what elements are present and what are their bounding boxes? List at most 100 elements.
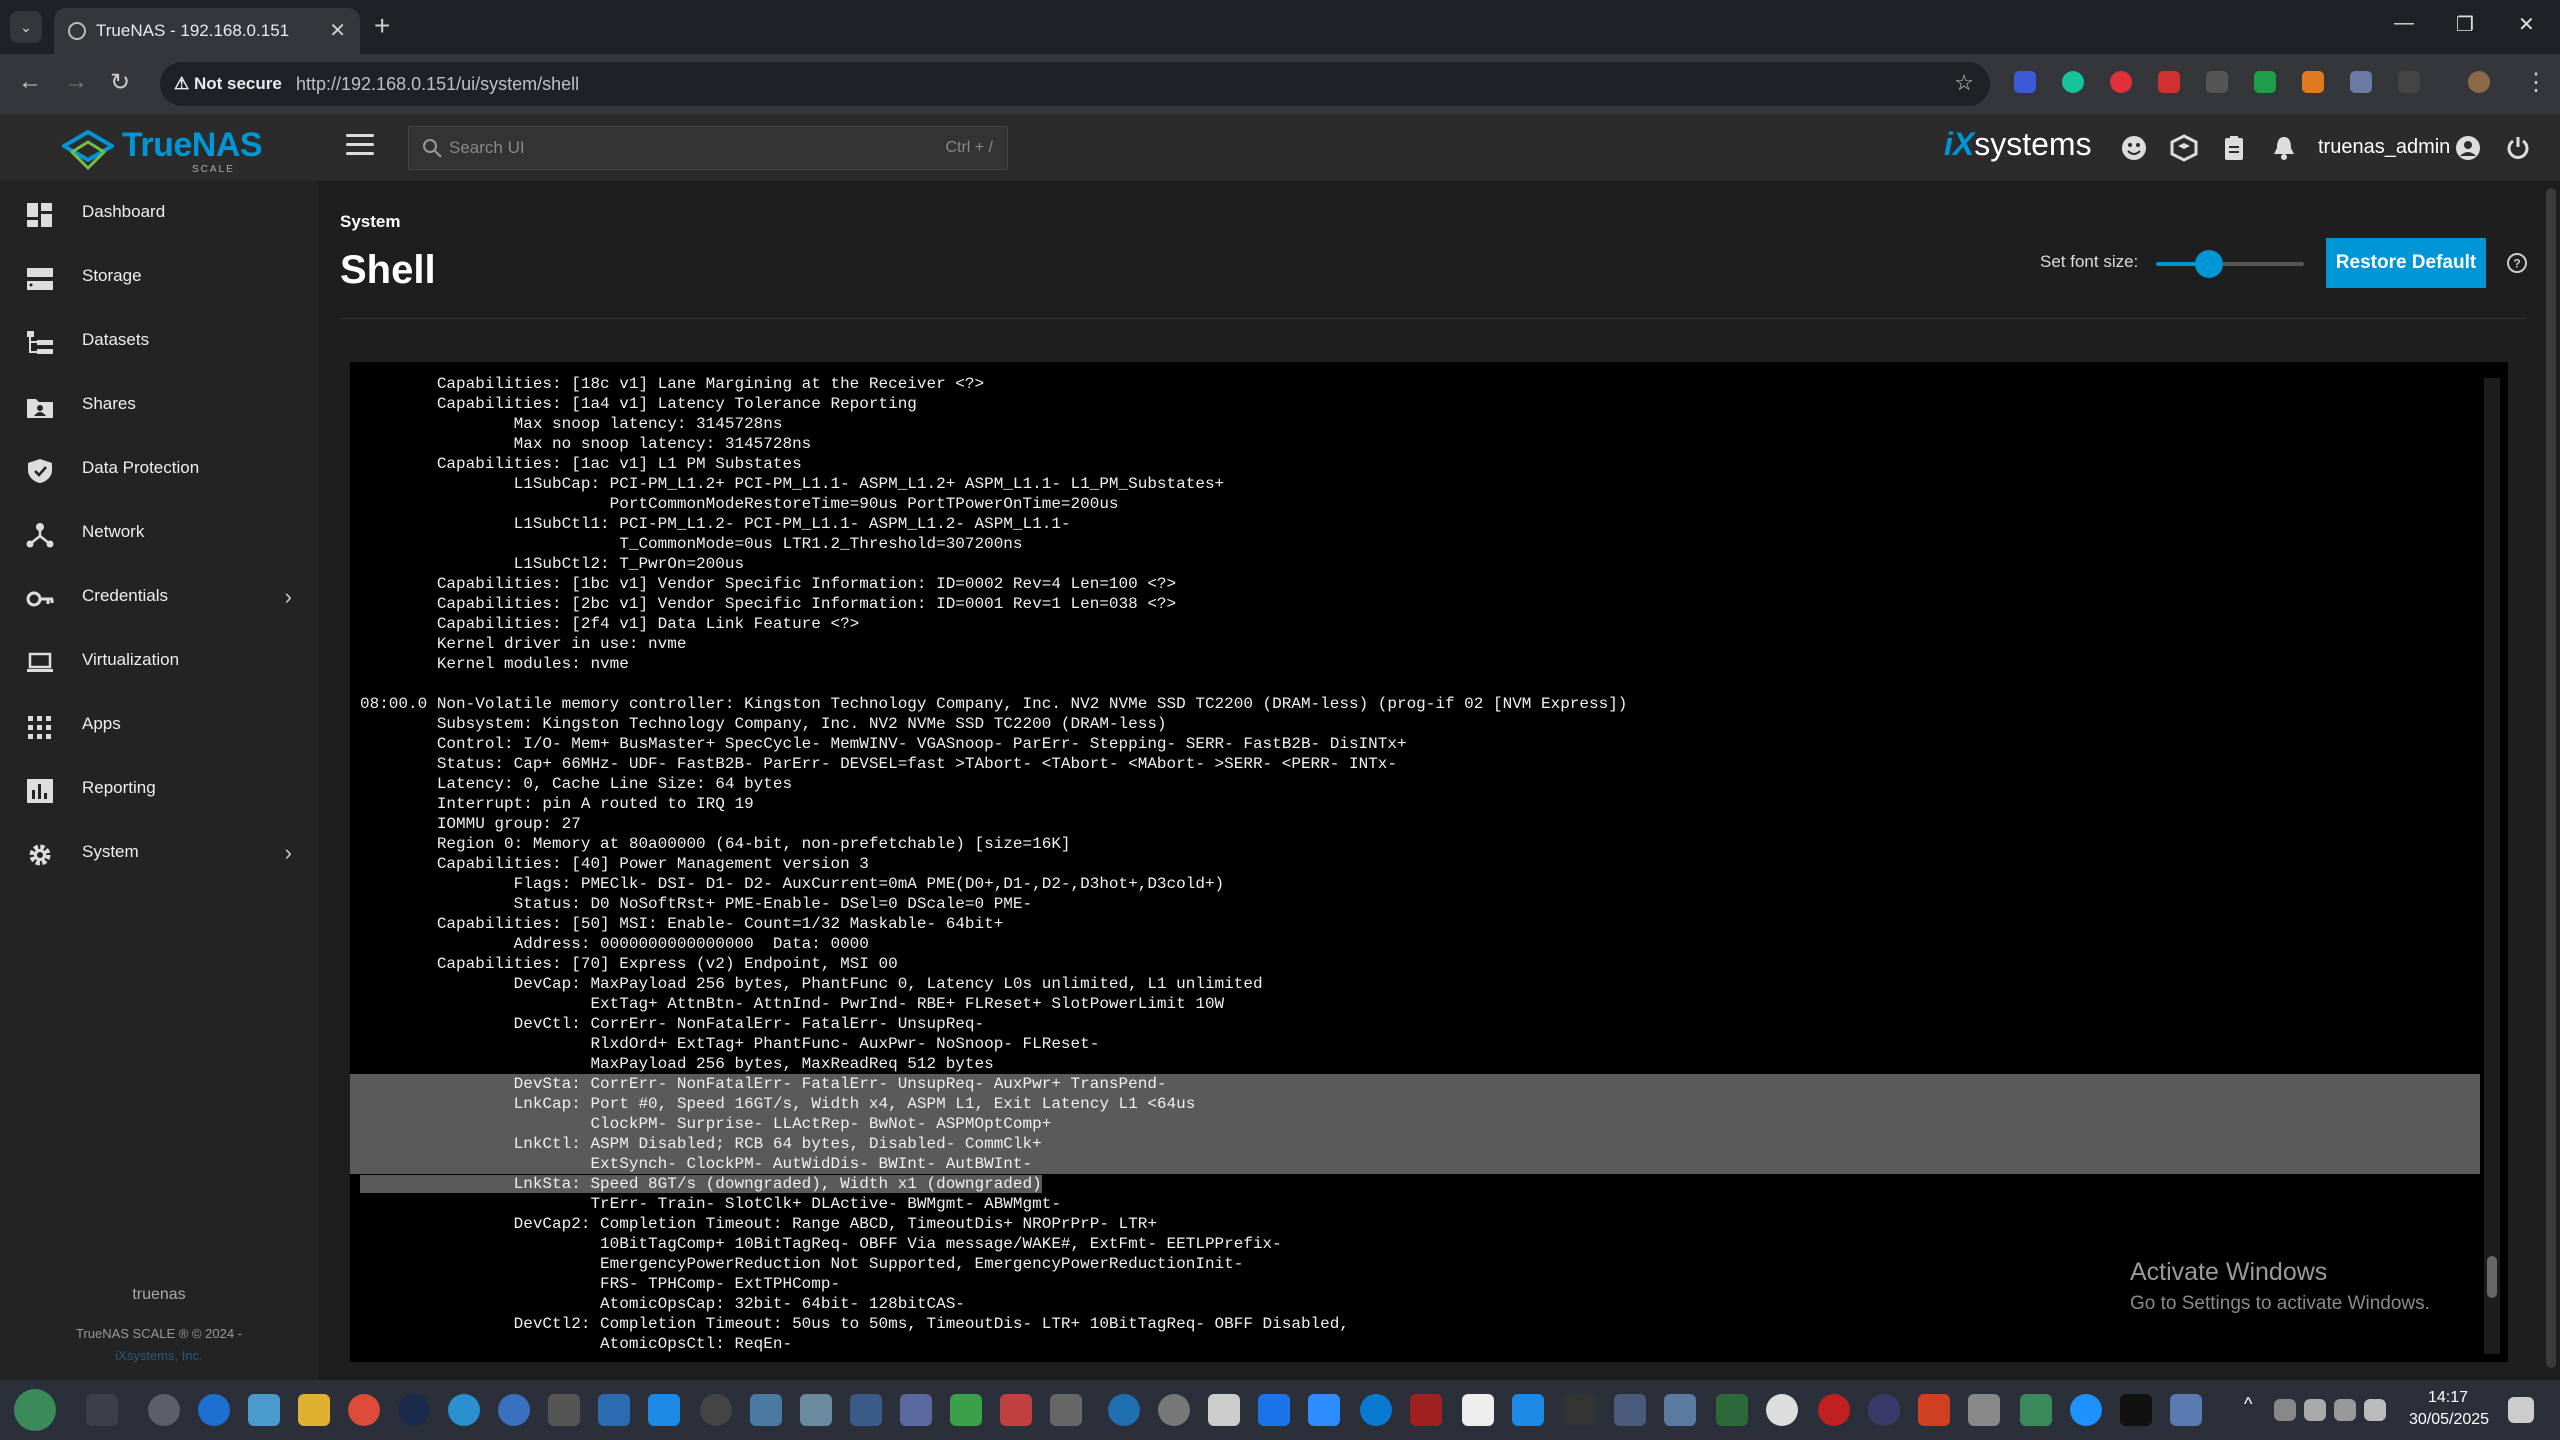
taskbar-app-icon[interactable]	[800, 1394, 832, 1426]
menu-toggle-icon[interactable]	[346, 134, 374, 158]
extension-red-icon[interactable]	[2110, 71, 2132, 93]
extensions-puzzle-icon[interactable]	[2398, 71, 2420, 93]
taskbar-app-icon[interactable]	[1258, 1394, 1290, 1426]
clock-time[interactable]: 14:17	[2408, 1389, 2488, 1407]
zoom-icon[interactable]	[1308, 1394, 1340, 1426]
settings-gear-icon[interactable]	[148, 1394, 180, 1426]
sidebar-item-storage[interactable]: Storage	[0, 246, 318, 310]
extension-download-icon[interactable]	[2206, 71, 2228, 93]
taskbar-app-icon[interactable]	[1564, 1394, 1596, 1426]
extension-orange-icon[interactable]	[2302, 71, 2324, 93]
reload-icon[interactable]: ↻	[110, 68, 130, 97]
taskbar-app-icon[interactable]	[900, 1394, 932, 1426]
feedback-smiley-icon[interactable]	[2120, 134, 2148, 162]
url-text[interactable]: http://192.168.0.151/ui/system/shell	[296, 74, 579, 95]
sidebar-item-shares[interactable]: Shares	[0, 374, 318, 438]
search-box[interactable]: Ctrl + /	[408, 126, 1008, 170]
taskbar-app-icon[interactable]	[1462, 1394, 1494, 1426]
truenas-logo[interactable]: TrueNAS SCALE	[62, 124, 282, 175]
notifications-bell-icon[interactable]	[2270, 134, 2298, 162]
ixsystems-logo[interactable]: iXsystems	[1944, 126, 2092, 163]
network-tray-icon[interactable]	[2334, 1399, 2356, 1421]
taskbar-app-icon[interactable]	[1716, 1394, 1748, 1426]
start-button-icon[interactable]	[14, 1389, 56, 1431]
taskbar-app-icon[interactable]	[198, 1394, 230, 1426]
sidebar-item-datasets[interactable]: Datasets	[0, 310, 318, 374]
task-view-icon[interactable]	[86, 1394, 118, 1426]
file-explorer-icon[interactable]	[298, 1394, 330, 1426]
company-link[interactable]: iXsystems, Inc.	[0, 1348, 318, 1363]
extension-grammarly-icon[interactable]	[2062, 71, 2084, 93]
profile-avatar[interactable]	[2468, 71, 2490, 93]
edge-icon[interactable]	[1360, 1394, 1392, 1426]
taskbar-app-icon[interactable]	[850, 1394, 882, 1426]
slider-thumb[interactable]	[2195, 250, 2224, 278]
taskbar-app-icon[interactable]	[2070, 1394, 2102, 1426]
sidebar-item-network[interactable]: Network	[0, 502, 318, 566]
microphone-icon[interactable]	[2304, 1399, 2326, 1421]
page-scroll-thumb[interactable]	[2546, 188, 2556, 1368]
search-input[interactable]	[449, 127, 929, 169]
taskbar-app-icon[interactable]	[1968, 1394, 2000, 1426]
opera-icon[interactable]	[1818, 1394, 1850, 1426]
extension-green-icon[interactable]	[2254, 71, 2276, 93]
bookmark-star-icon[interactable]: ☆	[1954, 70, 1974, 96]
shell-terminal[interactable]: Capabilities: [18c v1] Lane Margining at…	[350, 362, 2508, 1362]
sidebar-item-virtualization[interactable]: Virtualization	[0, 630, 318, 694]
taskbar-app-icon[interactable]	[398, 1394, 430, 1426]
taskbar-app-icon[interactable]	[1108, 1394, 1140, 1426]
tab-search-button[interactable]: ⌄	[10, 11, 42, 43]
username-label[interactable]: truenas_admin	[2318, 136, 2450, 159]
taskbar-app-icon[interactable]	[448, 1394, 480, 1426]
chrome-icon[interactable]	[348, 1394, 380, 1426]
terminal-app-icon[interactable]	[2120, 1394, 2152, 1426]
taskbar-app-icon[interactable]	[498, 1394, 530, 1426]
sidebar-item-reporting[interactable]: Reporting	[0, 758, 318, 822]
restore-window-icon[interactable]: ❐	[2456, 12, 2474, 37]
sidebar-item-apps[interactable]: Apps	[0, 694, 318, 758]
taskbar-app-icon[interactable]	[1918, 1394, 1950, 1426]
taskbar-app-icon[interactable]	[1868, 1394, 1900, 1426]
forward-icon[interactable]: →	[64, 68, 88, 96]
taskbar-app-icon[interactable]	[1208, 1394, 1240, 1426]
power-icon[interactable]	[2504, 134, 2532, 162]
taskbar-app-icon[interactable]	[1000, 1394, 1032, 1426]
terminal-scroll-thumb[interactable]	[2487, 1256, 2497, 1298]
font-size-slider[interactable]	[2156, 250, 2304, 278]
tray-app-icon[interactable]	[2274, 1399, 2296, 1421]
account-circle-icon[interactable]	[2454, 134, 2482, 162]
address-bar[interactable]: ⚠ Not secure http://192.168.0.151/ui/sys…	[160, 62, 1990, 106]
clock-date[interactable]: 30/05/2025	[2394, 1411, 2504, 1429]
extension-screen-icon[interactable]	[2350, 71, 2372, 93]
new-tab-button[interactable]: +	[374, 10, 390, 42]
extension-adblock-icon[interactable]	[2158, 71, 2180, 93]
breadcrumb[interactable]: System	[340, 212, 400, 232]
taskbar-app-icon[interactable]	[2170, 1394, 2202, 1426]
page-scrollbar[interactable]	[2542, 182, 2560, 1380]
taskbar-app-icon[interactable]	[548, 1394, 580, 1426]
taskbar-app-icon[interactable]	[700, 1394, 732, 1426]
jobs-clipboard-icon[interactable]	[2220, 134, 2248, 162]
security-indicator[interactable]: ⚠ Not secure	[174, 74, 282, 94]
show-hidden-icons-icon[interactable]: ^	[2244, 1394, 2266, 1426]
sidebar-item-system[interactable]: System ›	[0, 822, 318, 886]
terminal-scrollbar[interactable]	[2484, 378, 2500, 1354]
sidebar-item-dashboard[interactable]: Dashboard	[0, 182, 318, 246]
minimize-window-icon[interactable]: —	[2394, 12, 2414, 35]
taskbar-app-icon[interactable]	[1158, 1394, 1190, 1426]
help-icon[interactable]: ?	[2506, 252, 2528, 274]
extension-translate-icon[interactable]	[2014, 71, 2036, 93]
sidebar-item-credentials[interactable]: Credentials ›	[0, 566, 318, 630]
back-icon[interactable]: ←	[18, 68, 42, 96]
taskbar-app-icon[interactable]	[750, 1394, 782, 1426]
browser-menu-icon[interactable]: ⋮	[2524, 68, 2548, 97]
browser-tab-active[interactable]: TrueNAS - 192.168.0.151 ✕	[54, 8, 360, 54]
sidebar-item-data-protection[interactable]: Data Protection	[0, 438, 318, 502]
close-window-icon[interactable]: ✕	[2518, 12, 2535, 37]
volume-icon[interactable]	[2364, 1399, 2386, 1421]
taskbar-app-icon[interactable]	[1664, 1394, 1696, 1426]
taskbar-app-icon[interactable]	[1410, 1394, 1442, 1426]
taskbar-app-icon[interactable]	[1050, 1394, 1082, 1426]
taskbar-app-icon[interactable]	[1766, 1394, 1798, 1426]
taskbar-app-icon[interactable]	[1614, 1394, 1646, 1426]
